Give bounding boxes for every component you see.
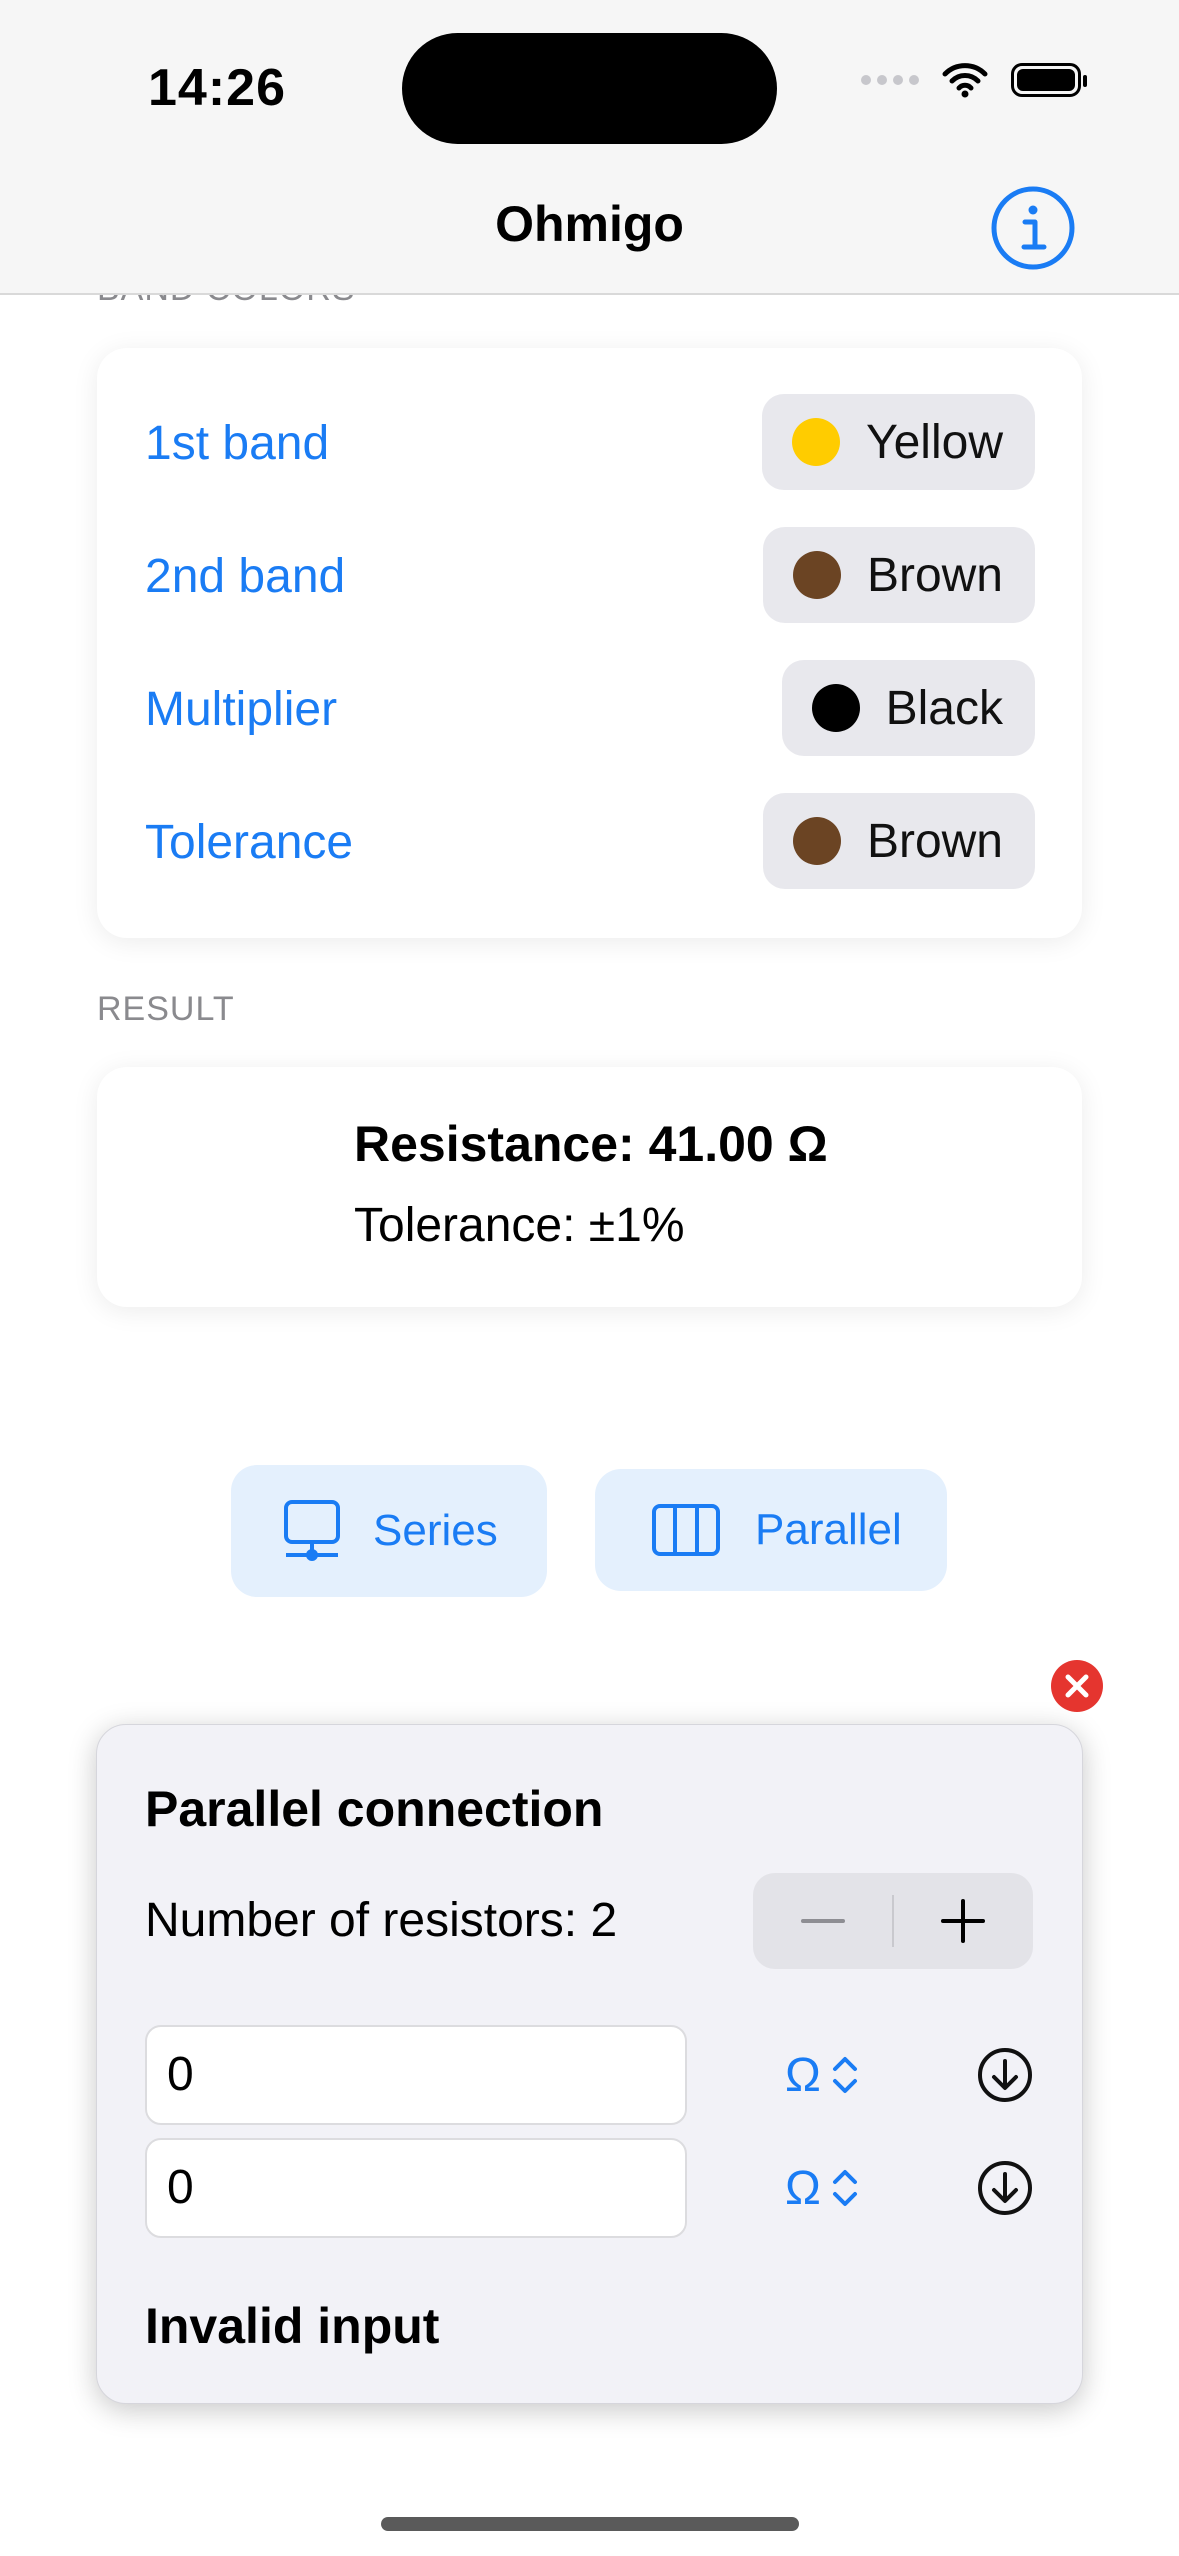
band-row-tolerance[interactable]: Tolerance Brown xyxy=(97,793,1082,889)
battery-icon xyxy=(1011,63,1087,97)
chevron-up-down-icon xyxy=(832,2170,857,2206)
band-label: Tolerance xyxy=(145,816,354,869)
close-icon xyxy=(1065,1674,1089,1698)
color-picker-button[interactable]: Black xyxy=(781,660,1035,756)
status-time: 14:26 xyxy=(148,59,286,117)
unit-picker[interactable]: Ω xyxy=(785,2045,885,2105)
resistor-count-label: Number of resistors: 2 xyxy=(145,1894,618,1947)
columns-icon xyxy=(652,1504,720,1556)
series-label: Series xyxy=(373,1506,498,1555)
series-button[interactable]: Series xyxy=(231,1465,547,1597)
arrow-down-circle-icon xyxy=(978,2048,1032,2102)
color-swatch xyxy=(792,551,841,599)
plus-icon xyxy=(941,1899,985,1943)
result-header: RESULT xyxy=(97,990,235,1028)
band-row-2nd[interactable]: 2nd band Brown xyxy=(97,527,1082,623)
color-swatch xyxy=(811,684,860,732)
close-panel-button[interactable] xyxy=(1051,1660,1103,1712)
resistor-1-input[interactable]: 0 xyxy=(145,2025,687,2125)
info-circle-icon xyxy=(991,186,1075,270)
color-swatch xyxy=(792,418,840,466)
navigation-bar: 14:26 Ohmigo xyxy=(0,0,1179,295)
arrow-down-circle-icon xyxy=(978,2161,1032,2215)
band-colors-card: 1st band Yellow 2nd band Brown Multiplie… xyxy=(97,348,1082,938)
decrement-button[interactable] xyxy=(753,1873,893,1969)
cellular-signal-icon xyxy=(861,75,919,85)
content: BAND COLORS 1st band Yellow 2nd band Bro… xyxy=(0,0,1179,2556)
unit-label: Ω xyxy=(785,2161,821,2215)
minus-icon xyxy=(801,1919,845,1923)
info-button[interactable] xyxy=(988,183,1078,273)
panel-title: Parallel connection xyxy=(145,1781,604,1837)
wifi-icon xyxy=(942,63,988,98)
color-name: Yellow xyxy=(866,415,1003,469)
band-row-multiplier[interactable]: Multiplier Black xyxy=(97,660,1082,756)
tolerance-value: Tolerance: ±1% xyxy=(354,1199,685,1252)
parallel-button[interactable]: Parallel xyxy=(595,1469,947,1591)
unit-picker[interactable]: Ω xyxy=(785,2158,885,2218)
band-label: Multiplier xyxy=(145,683,338,736)
color-swatch xyxy=(792,817,841,865)
color-picker-button[interactable]: Yellow xyxy=(762,394,1035,490)
chevron-up-down-icon xyxy=(832,2057,857,2093)
error-message: Invalid input xyxy=(145,2298,440,2354)
color-name: Black xyxy=(885,681,1003,735)
color-name: Brown xyxy=(866,548,1003,602)
apply-result-button[interactable] xyxy=(977,2047,1033,2103)
monitor-icon xyxy=(284,1500,340,1561)
resistor-count-stepper xyxy=(753,1873,1033,1969)
parallel-connection-panel: Parallel connection Number of resistors:… xyxy=(96,1724,1083,2404)
resistor-2-input[interactable]: 0 xyxy=(145,2138,687,2238)
apply-result-button[interactable] xyxy=(977,2160,1033,2216)
color-name: Brown xyxy=(866,814,1003,868)
home-indicator[interactable] xyxy=(381,2517,799,2531)
band-label: 2nd band xyxy=(145,550,346,603)
resistance-value: Resistance: 41.00 Ω xyxy=(354,1116,828,1172)
color-picker-button[interactable]: Brown xyxy=(762,793,1035,889)
increment-button[interactable] xyxy=(893,1873,1033,1969)
dynamic-island xyxy=(402,33,777,144)
unit-label: Ω xyxy=(785,2048,821,2102)
band-row-1st[interactable]: 1st band Yellow xyxy=(97,394,1082,490)
color-picker-button[interactable]: Brown xyxy=(762,527,1035,623)
parallel-label: Parallel xyxy=(755,1505,902,1554)
result-card: Resistance: 41.00 Ω Tolerance: ±1% xyxy=(97,1067,1082,1307)
band-label: 1st band xyxy=(145,417,330,470)
status-icons xyxy=(861,62,1087,98)
